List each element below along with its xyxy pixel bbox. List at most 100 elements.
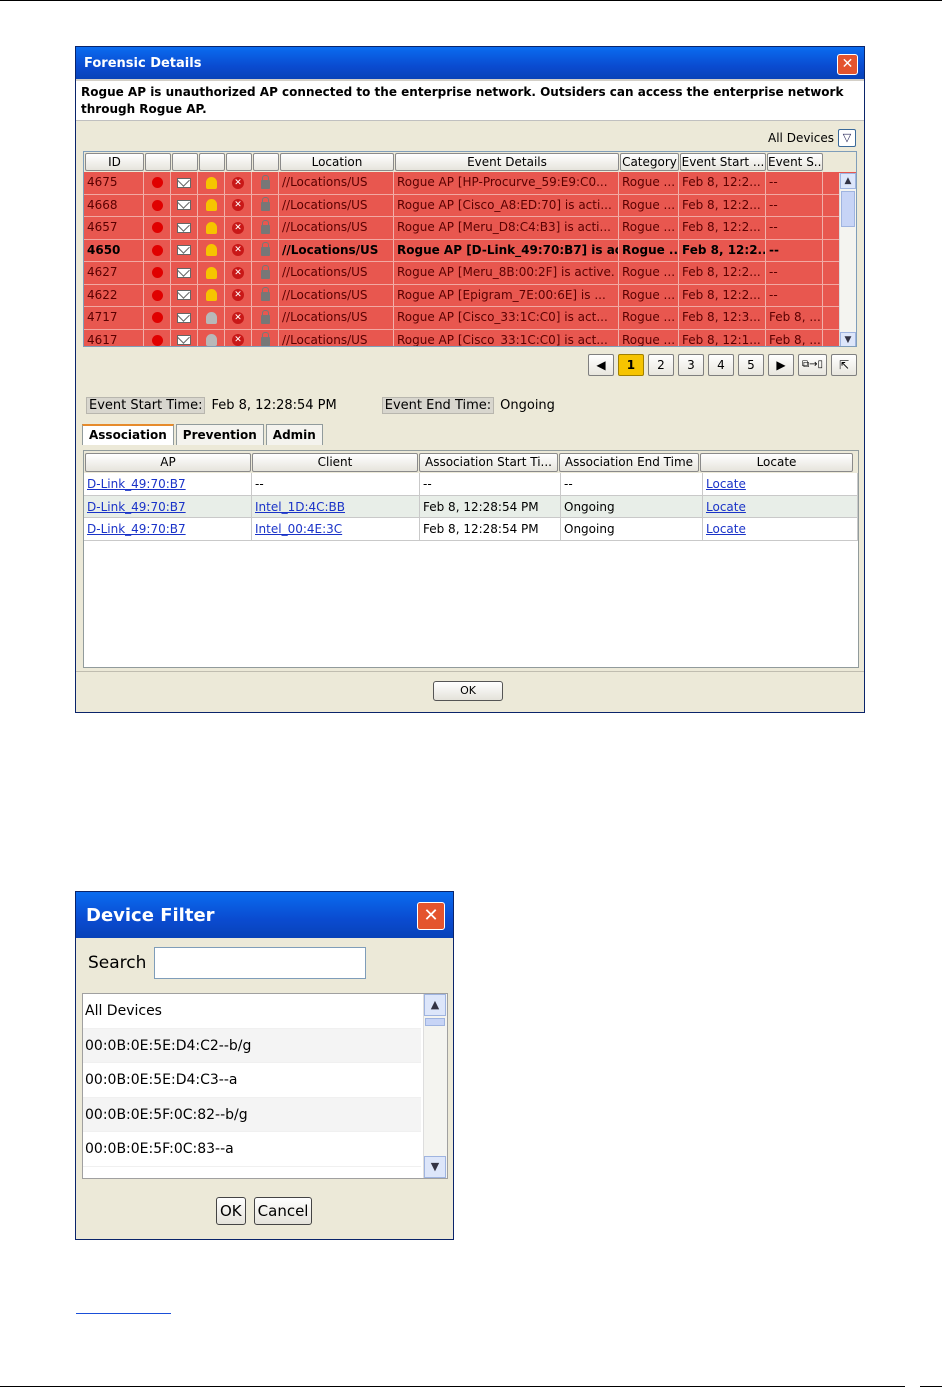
list-item[interactable]: 00:0B:0E:5E:D4:C3--a [83, 1063, 421, 1098]
table-row[interactable]: 4668 ✕ //Locations/US Rogue AP [Cisco_A8:ED… [84, 194, 856, 217]
event-start-label: Event Start Time: [86, 397, 206, 414]
alarm-cell [198, 307, 225, 329]
column-header[interactable]: AP [85, 453, 251, 472]
clear-icon[interactable]: ✕ [232, 334, 244, 346]
event-end: Feb 8, ... [766, 307, 823, 329]
page-3-button[interactable]: 3 [677, 354, 704, 376]
column-header[interactable]: Client [252, 453, 418, 472]
envelope-icon[interactable] [177, 245, 191, 255]
clear-icon[interactable]: ✕ [232, 176, 244, 189]
column-header[interactable] [253, 153, 279, 171]
clear-icon[interactable]: ✕ [232, 266, 244, 279]
export-icon[interactable]: ⇱ [831, 354, 857, 376]
table-row[interactable]: 4627 ✕ //Locations/US Rogue AP [Meru_8B:00:… [84, 262, 856, 285]
scroll-thumb[interactable] [841, 191, 855, 227]
ap-link[interactable]: D-Link_49:70:B7 [84, 495, 252, 517]
clear-icon[interactable]: ✕ [232, 221, 244, 234]
clear-cell: ✕ [225, 172, 252, 194]
clear-icon[interactable]: ✕ [232, 244, 244, 256]
scroll-up-icon[interactable]: ▲ [424, 994, 446, 1016]
column-header[interactable] [172, 153, 198, 171]
event-location: //Locations/US [279, 239, 394, 261]
envelope-icon[interactable] [177, 312, 191, 323]
severity-dot-icon [151, 222, 163, 233]
envelope-icon[interactable] [177, 290, 191, 300]
column-header[interactable] [226, 153, 252, 171]
page-link-fragment[interactable] [834, 1284, 900, 1298]
table-row[interactable]: D-Link_49:70:B7 Intel_00:4E:3C Feb 8, 12:2… [84, 518, 858, 541]
event-id: 4650 [84, 239, 144, 261]
scroll-up-icon[interactable]: ▲ [840, 173, 856, 189]
device-filter-control[interactable]: All Devices ▽ [768, 129, 856, 147]
list-item[interactable]: All Devices [83, 994, 421, 1029]
table-row[interactable]: D-Link_49:70:B7 Intel_1D:4C:BB Feb 8, 12:2… [84, 495, 858, 518]
next-page-icon[interactable]: ▶ [767, 354, 794, 376]
clear-icon[interactable]: ✕ [232, 289, 244, 301]
column-header[interactable] [199, 153, 225, 171]
table-row[interactable]: 4657 ✕ //Locations/US Rogue AP [Meru_D8:C4:… [84, 217, 856, 240]
table-row[interactable]: 4717 ✕ //Locations/US Rogue AP [Cisco_33:1C… [84, 307, 856, 330]
locate-link[interactable]: Locate [703, 518, 858, 540]
ok-button[interactable]: OK [216, 1197, 246, 1225]
column-header[interactable]: Association Start Ti... [419, 453, 558, 472]
clear-icon[interactable]: ✕ [232, 311, 244, 324]
envelope-icon[interactable] [177, 222, 191, 233]
list-item[interactable]: 00:0B:0E:5E:D4:C2--b/g [83, 1028, 421, 1063]
ok-button[interactable]: OK [433, 681, 503, 701]
copy-page-icon[interactable]: ⧉→▯ [797, 354, 827, 376]
severity-cell [144, 194, 171, 216]
tab-association[interactable]: Association [82, 424, 174, 445]
client-link[interactable]: Intel_00:4E:3C [252, 518, 420, 540]
scroll-down-icon[interactable]: ▼ [424, 1156, 446, 1178]
envelope-icon[interactable] [177, 200, 191, 210]
device-list-scrollbar[interactable]: ▲ ▼ [423, 994, 447, 1178]
column-header[interactable]: ID [85, 153, 144, 171]
column-header[interactable]: Association End Time [559, 453, 699, 472]
table-row[interactable]: 4675 ✕ //Locations/US Rogue AP [HP-Procurve… [84, 172, 856, 195]
detail-tabs: Association Prevention Admin [82, 424, 325, 445]
column-header[interactable]: Event Start ... [680, 153, 766, 171]
list-item[interactable]: 00:0B:0E:5F:0C:83--a [83, 1132, 421, 1167]
locate-link[interactable]: Locate [703, 473, 858, 495]
severity-dot-icon [151, 334, 163, 346]
scroll-thumb[interactable] [425, 1018, 445, 1026]
mail-cell [171, 284, 198, 306]
locate-link[interactable]: Locate [703, 495, 858, 517]
table-row[interactable]: 4617 ✕ //Locations/US Rogue AP [Cisco_33:1C… [84, 329, 856, 346]
ap-link[interactable]: D-Link_49:70:B7 [84, 473, 252, 495]
column-header[interactable]: Category [620, 153, 679, 171]
cancel-button[interactable]: Cancel [253, 1197, 313, 1225]
events-scrollbar[interactable]: ▲ ▼ [839, 173, 856, 346]
envelope-icon[interactable] [177, 335, 191, 345]
page-1-button[interactable]: 1 [617, 354, 644, 376]
column-header[interactable]: Locate [700, 453, 853, 472]
tab-prevention[interactable]: Prevention [175, 424, 264, 445]
bell-icon [205, 289, 217, 301]
column-header[interactable] [145, 153, 171, 171]
tab-admin[interactable]: Admin [265, 424, 323, 445]
column-header[interactable]: Event S... [767, 153, 823, 171]
list-item[interactable]: 00:0B:0E:5F:0C:82--b/g [83, 1097, 421, 1132]
mail-cell [171, 217, 198, 239]
column-header[interactable]: Event Details [395, 153, 619, 171]
clear-icon[interactable]: ✕ [232, 199, 244, 211]
table-row[interactable]: D-Link_49:70:B7 -- -- -- Locate [84, 473, 858, 496]
table-row[interactable]: 4650 ✕ //Locations/US Rogue AP [D-Link_49:7… [84, 239, 856, 262]
ap-link[interactable]: D-Link_49:70:B7 [84, 518, 252, 540]
search-input[interactable] [154, 947, 367, 979]
severity-dot-icon [151, 267, 163, 278]
envelope-icon[interactable] [177, 177, 191, 188]
page-2-button[interactable]: 2 [647, 354, 674, 376]
filter-icon[interactable]: ▽ [838, 129, 856, 147]
event-details: Rogue AP [Meru_D8:C4:B3] is acti... [394, 217, 619, 239]
column-header[interactable]: Location [280, 153, 394, 171]
envelope-icon[interactable] [177, 267, 191, 278]
client-link[interactable]: Intel_1D:4C:BB [252, 495, 420, 517]
page-5-button[interactable]: 5 [737, 354, 764, 376]
table-row[interactable]: 4622 ✕ //Locations/US Rogue AP [Epigram_7E:… [84, 284, 856, 307]
page-4-button[interactable]: 4 [707, 354, 734, 376]
close-icon[interactable]: ✕ [417, 902, 445, 930]
prev-page-icon[interactable]: ◀ [587, 354, 614, 376]
close-icon[interactable]: ✕ [837, 54, 858, 75]
scroll-down-icon[interactable]: ▼ [840, 332, 856, 346]
